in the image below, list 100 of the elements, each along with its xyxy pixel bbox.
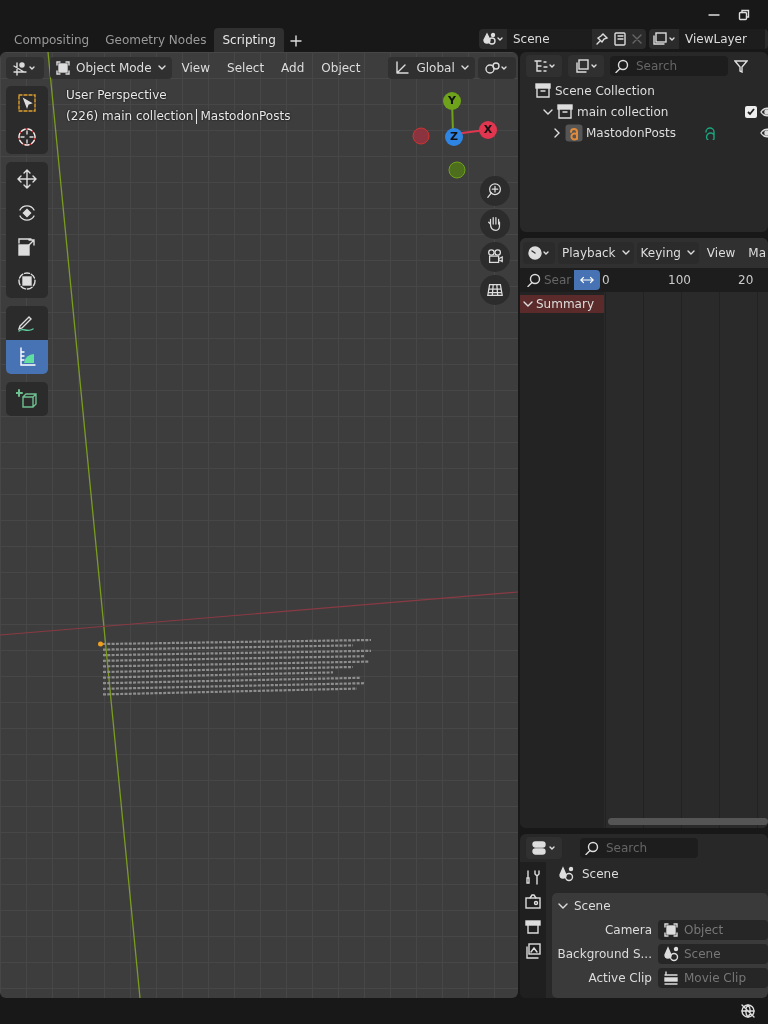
tool-button[interactable]	[6, 162, 48, 196]
clock-icon	[527, 245, 551, 261]
object-field[interactable]: Movie Clip	[658, 967, 768, 988]
navigation-button[interactable]	[480, 242, 510, 272]
negative-y-handle[interactable]	[448, 161, 466, 179]
scene-icon	[663, 945, 679, 962]
layers-icon	[574, 58, 598, 74]
printer-icon	[524, 917, 542, 936]
scene-icon	[558, 866, 576, 882]
workspace-tab[interactable]: Scripting	[214, 28, 284, 52]
mode-dropdown[interactable]: Object Mode	[50, 56, 172, 79]
context-label: Scene	[582, 866, 619, 883]
workspace-tab[interactable]: Compositing	[6, 28, 98, 52]
panel-header[interactable]: Scene	[552, 893, 617, 919]
caret-icon	[157, 64, 166, 71]
search-field[interactable]: Search	[580, 838, 698, 858]
scrollbar[interactable]	[608, 818, 768, 825]
display-mode-button[interactable]	[526, 55, 562, 77]
caret-icon	[686, 250, 695, 256]
wrench-screwdriver-icon	[524, 868, 542, 887]
tool-button[interactable]	[6, 86, 48, 120]
orientation-icon	[394, 59, 411, 76]
menu-item[interactable]: Select	[220, 58, 272, 77]
zoom-icon	[486, 181, 504, 201]
properties-tab[interactable]	[524, 917, 542, 936]
checkbox[interactable]	[745, 105, 757, 118]
object-label: MastodonPosts	[200, 108, 291, 125]
clapperboard-icon	[663, 969, 679, 986]
tool-button[interactable]	[6, 306, 48, 340]
chevron-right-icon[interactable]	[552, 127, 562, 138]
images-icon	[524, 942, 542, 960]
move-arrows-icon	[16, 168, 38, 190]
toggle-icon	[532, 840, 556, 856]
transform-icon	[16, 270, 38, 292]
pivot-dropdown[interactable]	[477, 56, 516, 79]
menu-item[interactable]: Add	[274, 58, 312, 77]
tool-button[interactable]	[6, 382, 48, 416]
tool-button[interactable]	[6, 120, 48, 154]
new-scene-icon[interactable]	[612, 32, 628, 46]
object-field[interactable]: Object	[658, 919, 768, 940]
editor-type-button[interactable]	[523, 242, 555, 264]
properties-tab[interactable]	[524, 941, 542, 960]
scene-icon[interactable]	[482, 32, 504, 46]
frame-number: 100	[668, 272, 692, 289]
object-icon	[663, 921, 679, 938]
menu-item[interactable]: Object	[314, 58, 368, 77]
search-field[interactable]: Search	[610, 56, 728, 76]
menu-dropdown[interactable]: Keying	[636, 242, 699, 264]
orientation-dropdown[interactable]: Global	[388, 56, 475, 79]
properties-tab[interactable]	[524, 892, 542, 911]
frame-number: 20	[738, 272, 755, 289]
menu-item[interactable]: View	[701, 244, 741, 262]
search-icon	[615, 59, 629, 73]
outliner-item[interactable]: main collection	[577, 102, 669, 121]
field-label: Background S...	[556, 945, 652, 963]
restore-icon[interactable]	[738, 9, 750, 21]
outliner-item[interactable]: MastodonPosts	[586, 123, 676, 142]
search-icon	[527, 273, 541, 287]
editor-type-button[interactable]	[526, 837, 562, 859]
navigation-button[interactable]	[480, 209, 510, 239]
field-label: Camera	[603, 921, 652, 939]
axis-handle[interactable]: X	[479, 121, 497, 139]
tool-button[interactable]	[6, 264, 48, 298]
navigation-button[interactable]	[480, 176, 510, 206]
close-icon[interactable]	[631, 33, 643, 45]
axis-handle[interactable]: Y	[443, 92, 461, 110]
box-icon	[556, 102, 574, 121]
box-icon	[534, 81, 552, 100]
search-icon	[585, 841, 599, 855]
text-data-icon	[703, 125, 717, 140]
tree-list-icon	[532, 58, 556, 74]
scene-name-field[interactable]: Scene	[507, 29, 592, 49]
menu-item[interactable]: View	[174, 58, 218, 77]
negative-x-handle[interactable]	[412, 127, 430, 145]
field-label: Active Clip	[587, 969, 652, 987]
network-off-icon	[740, 1003, 756, 1019]
view-layer-selector[interactable]: ViewLayer	[649, 29, 768, 49]
navigation-button[interactable]	[480, 275, 510, 305]
axis-handle[interactable]: Z	[445, 128, 463, 146]
view-name-label: User Perspective	[66, 87, 168, 104]
swap-button[interactable]	[574, 270, 600, 290]
outliner-item[interactable]: Scene Collection	[555, 81, 655, 100]
workspace-tab[interactable]: Geometry Nodes	[97, 28, 215, 52]
add-cube-icon	[16, 388, 38, 410]
object-field[interactable]: Scene	[658, 943, 768, 964]
object-mode-icon	[56, 60, 70, 75]
channel-row[interactable]: Summary	[520, 295, 604, 313]
filter-mode-button[interactable]	[568, 55, 604, 77]
menu-item[interactable]: Ma	[743, 244, 768, 262]
view-layer-name-field[interactable]: ViewLayer	[679, 29, 765, 49]
caret-icon	[621, 250, 630, 256]
filter-icon[interactable]	[734, 59, 748, 73]
editor-type-button[interactable]	[6, 56, 44, 79]
chevron-down-icon[interactable]	[543, 107, 553, 116]
menu-dropdown[interactable]: Playback	[558, 242, 634, 264]
pin-icon[interactable]	[595, 32, 609, 46]
scene-selector[interactable]: Scene	[479, 29, 646, 49]
properties-tab[interactable]	[524, 868, 542, 887]
layers-icon[interactable]	[652, 32, 676, 46]
add-tab-icon[interactable]	[289, 35, 302, 47]
